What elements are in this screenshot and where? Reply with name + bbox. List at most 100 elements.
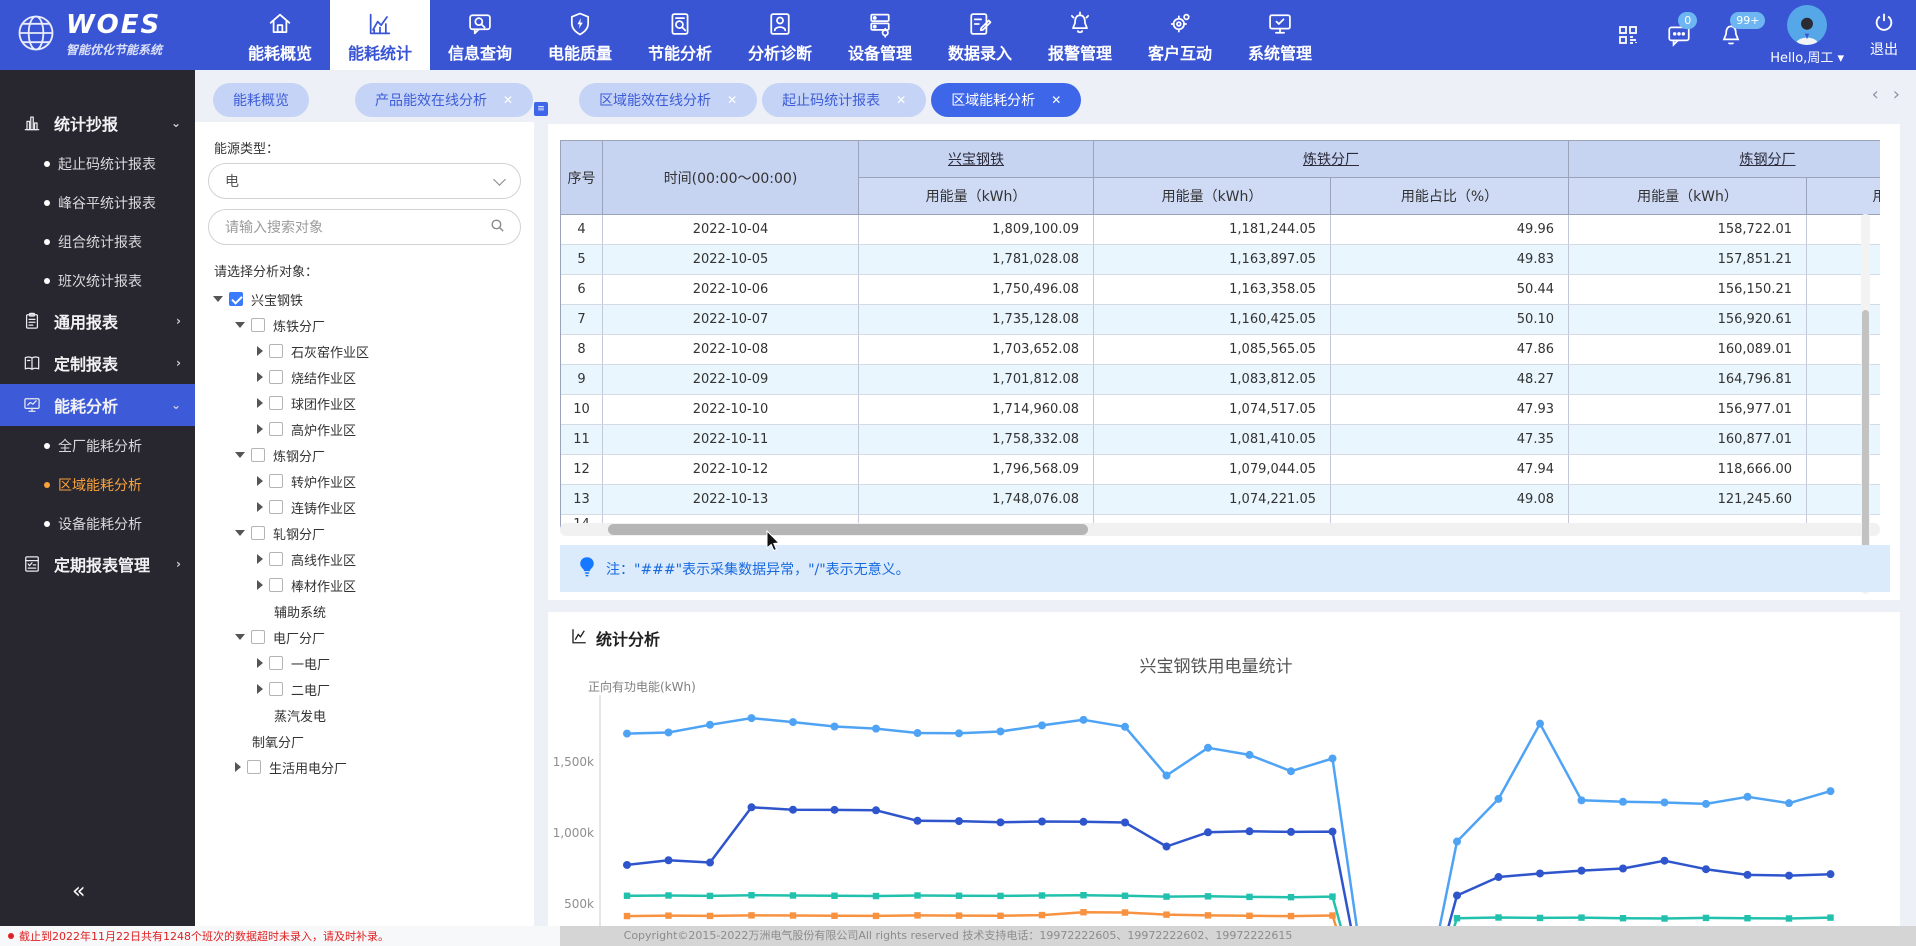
tree-collapse-icon[interactable] [235,762,241,772]
tree-node-18[interactable]: 制氧分厂 [195,728,534,754]
tree-expand-icon[interactable] [235,634,245,640]
tree-node-16[interactable]: 二电厂 [195,676,534,702]
messages-icon[interactable]: 0 [1666,22,1692,48]
tree-collapse-icon[interactable] [257,372,263,382]
nav-item-7[interactable]: 设备管理 [830,0,930,70]
tree-node-8[interactable]: 转炉作业区 [195,468,534,494]
close-icon[interactable]: ✕ [1051,93,1061,107]
nav-item-9[interactable]: 报警管理 [1030,0,1130,70]
tree-node-17[interactable]: 蒸汽发电 [195,702,534,728]
tree-node-14[interactable]: 电厂分厂 [195,624,534,650]
notifications-bell-icon[interactable]: 99+ [1718,22,1744,48]
tree-collapse-icon[interactable] [257,502,263,512]
col-group-2[interactable]: 炼铁分厂 [1094,141,1569,178]
tree-node-12[interactable]: 棒材作业区 [195,572,534,598]
line-chart[interactable] [548,695,1900,926]
tab-1[interactable]: 能耗概览 [213,83,309,117]
tree-node-1[interactable]: 兴宝钢铁 [195,286,534,312]
checkbox-checked[interactable] [229,292,243,306]
tabs-scroll-left-icon[interactable]: ‹ [1872,84,1879,105]
tree-node-6[interactable]: 高炉作业区 [195,416,534,442]
sidebar-group-5[interactable]: 定期报表管理› [0,543,195,585]
search-input[interactable]: 请输入搜索对象 [208,209,521,245]
tree-node-10[interactable]: 轧钢分厂 [195,520,534,546]
tab-5[interactable]: 区域能耗分析✕ [931,83,1081,117]
panel-collapse-icon[interactable]: ≡ [534,102,548,116]
nav-item-3[interactable]: 信息查询 [430,0,530,70]
tree-collapse-icon[interactable] [257,476,263,486]
tree-node-11[interactable]: 高线作业区 [195,546,534,572]
checkbox[interactable] [251,318,265,332]
sidebar-item-4-3[interactable]: 设备能耗分析 [0,504,195,543]
checkbox[interactable] [251,448,265,462]
close-icon[interactable]: ✕ [503,93,513,107]
nav-item-11[interactable]: 系统管理 [1230,0,1330,70]
tree-collapse-icon[interactable] [257,580,263,590]
tree-collapse-icon[interactable] [257,398,263,408]
tree-node-9[interactable]: 连铸作业区 [195,494,534,520]
checkbox[interactable] [269,344,283,358]
tree-collapse-icon[interactable] [257,424,263,434]
table-horizontal-scrollbar[interactable] [560,523,1880,536]
checkbox[interactable] [251,526,265,540]
sidebar-group-3[interactable]: 定制报表› [0,342,195,384]
sidebar-item-1-2[interactable]: 峰谷平统计报表 [0,183,195,222]
tree-expand-icon[interactable] [235,530,245,536]
tree-expand-icon[interactable] [235,322,245,328]
nav-item-8[interactable]: 数据录入 [930,0,1030,70]
checkbox[interactable] [269,656,283,670]
checkbox[interactable] [269,500,283,514]
tree-collapse-icon[interactable] [257,554,263,564]
checkbox[interactable] [269,396,283,410]
tree-node-7[interactable]: 炼钢分厂 [195,442,534,468]
tree-node-15[interactable]: 一电厂 [195,650,534,676]
table-vertical-scrollbar[interactable] [1861,214,1870,594]
col-group-3[interactable]: 炼钢分厂 [1569,141,1880,178]
nav-item-2[interactable]: 能耗统计 [330,0,430,70]
nav-item-1[interactable]: 能耗概览 [230,0,330,70]
checkbox[interactable] [269,422,283,436]
sidebar-collapse-button[interactable]: « [72,879,82,904]
checkbox[interactable] [247,760,261,774]
checkbox[interactable] [269,682,283,696]
logout-button[interactable]: 退出 [1870,11,1898,59]
sidebar-item-4-2[interactable]: 区域能耗分析 [0,465,195,504]
checkbox[interactable] [269,552,283,566]
tree-node-19[interactable]: 生活用电分厂 [195,754,534,780]
sidebar-item-1-1[interactable]: 起止码统计报表 [0,144,195,183]
energy-type-select[interactable]: 电 [208,163,521,199]
sidebar-group-4[interactable]: 能耗分析⌄ [0,384,195,426]
sidebar-item-1-3[interactable]: 组合统计报表 [0,222,195,261]
tree-node-5[interactable]: 球团作业区 [195,390,534,416]
tab-4[interactable]: 起止码统计报表✕ [762,83,926,117]
close-icon[interactable]: ✕ [727,93,737,107]
tree-node-4[interactable]: 烧结作业区 [195,364,534,390]
checkbox[interactable] [269,474,283,488]
tree-node-13[interactable]: 辅助系统 [195,598,534,624]
checkbox[interactable] [269,370,283,384]
col-group-1[interactable]: 兴宝钢铁 [859,141,1094,178]
tree-node-2[interactable]: 炼铁分厂 [195,312,534,338]
tree-node-3[interactable]: 石灰窑作业区 [195,338,534,364]
sidebar-item-1-4[interactable]: 班次统计报表 [0,261,195,300]
user-menu[interactable]: Hello,周工 ▾ [1770,5,1844,66]
tab-3[interactable]: 区域能效在线分析✕ [579,83,757,117]
tabs-scroll-right-icon[interactable]: › [1893,84,1900,105]
sidebar-item-4-1[interactable]: 全厂能耗分析 [0,426,195,465]
tree-collapse-icon[interactable] [257,346,263,356]
sidebar-group-1[interactable]: 统计抄报⌄ [0,102,195,144]
nav-item-5[interactable]: 节能分析 [630,0,730,70]
tree-expand-icon[interactable] [235,452,245,458]
tree-expand-icon[interactable] [213,296,223,302]
nav-item-6[interactable]: 分析诊断 [730,0,830,70]
tab-2[interactable]: 产品能效在线分析✕ [355,83,533,117]
checkbox[interactable] [269,578,283,592]
close-icon[interactable]: ✕ [896,93,906,107]
nav-item-4[interactable]: 电能质量 [530,0,630,70]
sidebar-group-2[interactable]: 通用报表› [0,300,195,342]
qr-code-icon[interactable] [1616,23,1640,47]
tree-collapse-icon[interactable] [257,658,263,668]
nav-item-10[interactable]: 客户互动 [1130,0,1230,70]
tree-collapse-icon[interactable] [257,684,263,694]
checkbox[interactable] [251,630,265,644]
